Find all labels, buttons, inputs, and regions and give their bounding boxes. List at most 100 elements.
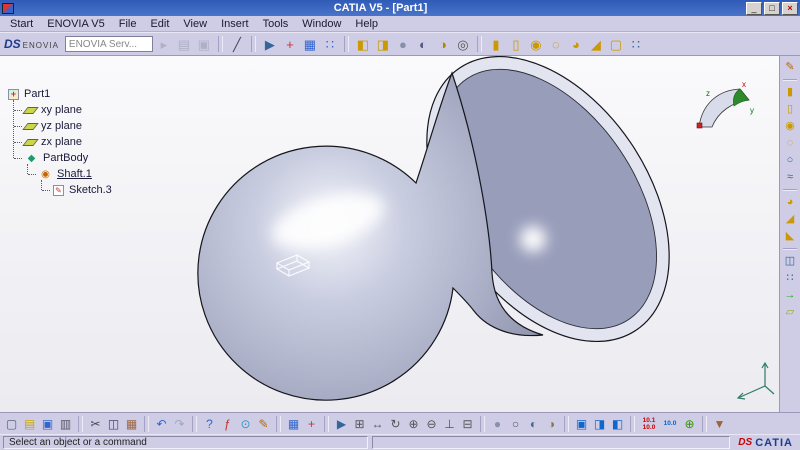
save-icon[interactable]: ▣	[39, 415, 56, 432]
tree-item-shaft-1[interactable]: ◉ Shaft.1	[6, 166, 114, 182]
menu-help[interactable]: Help	[348, 17, 385, 31]
plane-tool-icon[interactable]: ▱	[782, 305, 799, 320]
whats-this-icon[interactable]: ?	[201, 415, 218, 432]
zoom-out-icon[interactable]: ⊖	[423, 415, 440, 432]
instant-message-icon[interactable]: ⊙	[237, 415, 254, 432]
menu-insert[interactable]: Insert	[214, 17, 256, 31]
menu-edit[interactable]: Edit	[143, 17, 176, 31]
catia-window: CATIA V5 - [Part1] _ □ × Start ENOVIA V5 Fil…	[0, 0, 800, 450]
enovia-link-icon[interactable]: ▣	[195, 35, 213, 53]
pad-icon[interactable]: ▮	[487, 35, 505, 53]
grid-toggle-icon[interactable]: ▦	[285, 415, 302, 432]
tree-item-sketch-3[interactable]: ✎ Sketch.3	[6, 182, 114, 198]
shaft-tool-icon[interactable]: ◉	[782, 119, 799, 134]
new-document-icon[interactable]: ▢	[3, 415, 20, 432]
fit-all-in-icon[interactable]: ⊞	[351, 415, 368, 432]
pattern-tool-icon[interactable]: ∷	[782, 271, 799, 286]
copy-icon[interactable]: ◫	[105, 415, 122, 432]
menu-file[interactable]: File	[112, 17, 144, 31]
redo-icon[interactable]: ↷	[171, 415, 188, 432]
enovia-search-input[interactable]	[64, 36, 153, 52]
cut-icon[interactable]: ✂	[87, 415, 104, 432]
hole-tool-icon[interactable]: ○	[782, 153, 799, 168]
shading-icon[interactable]: ●	[489, 415, 506, 432]
groove-tool-icon[interactable]: ◌	[782, 136, 799, 151]
measure-inertia-icon[interactable]: ⊕	[681, 415, 698, 432]
menu-enovia-v5[interactable]: ENOVIA V5	[40, 17, 111, 31]
quick-print-icon[interactable]: ▥	[57, 415, 74, 432]
menu-window[interactable]: Window	[295, 17, 348, 31]
3d-scene-shaft-solid[interactable]	[0, 56, 779, 412]
measure-between-icon[interactable]: 10.1 10.0	[639, 415, 659, 432]
toolbar-separator	[783, 189, 797, 191]
compass-toggle-icon[interactable]: +	[303, 415, 320, 432]
view-orientation-icon[interactable]: ◧	[354, 35, 372, 53]
snap-to-point-icon[interactable]: ∷	[321, 35, 339, 53]
lighting-icon[interactable]: ◑	[434, 35, 452, 53]
shaft-icon[interactable]: ◉	[527, 35, 545, 53]
groove-icon[interactable]: ◌	[547, 35, 565, 53]
fillet-tool-icon[interactable]: ◕	[782, 195, 799, 210]
mirror-tool-icon[interactable]: ◫	[782, 254, 799, 269]
tree-item-yz-plane[interactable]: yz plane	[6, 118, 114, 134]
catalog-browser-icon[interactable]: ▼	[711, 415, 728, 432]
chamfer-icon[interactable]: ◢	[587, 35, 605, 53]
zoom-in-icon[interactable]: ⊕	[405, 415, 422, 432]
pattern-icon[interactable]: ∷	[627, 35, 645, 53]
view-compass[interactable]: x y z	[692, 80, 756, 136]
pocket-icon[interactable]: ▯	[507, 35, 525, 53]
fly-icon[interactable]: ▶	[333, 415, 350, 432]
enovia-search-go-icon[interactable]: ▸	[155, 35, 173, 53]
rib-tool-icon[interactable]: ≈	[782, 170, 799, 185]
tile-horizontally-icon[interactable]: ◨	[591, 415, 608, 432]
hide-show-icon[interactable]: ◐	[525, 415, 542, 432]
render-style-icon[interactable]: ●	[394, 35, 412, 53]
pocket-tool-icon[interactable]: ▯	[782, 102, 799, 117]
tile-vertically-icon[interactable]: ◧	[609, 415, 626, 432]
tree-item-label: Sketch.3	[69, 184, 112, 196]
menu-start[interactable]: Start	[3, 17, 40, 31]
fly-mode-icon[interactable]: ▶	[261, 35, 279, 53]
shaft-icon: ◉	[41, 168, 50, 180]
annotate-icon[interactable]: ✎	[255, 415, 272, 432]
menu-view[interactable]: View	[176, 17, 214, 31]
create-multi-view-icon[interactable]: ⊟	[459, 415, 476, 432]
rotate-icon[interactable]: ↻	[387, 415, 404, 432]
catia-brand-label: CATIA	[755, 436, 793, 449]
magnifier-icon[interactable]: ◎	[454, 35, 472, 53]
chamfer-tool-icon[interactable]: ◢	[782, 212, 799, 227]
sketch-tool-icon[interactable]: ✎	[782, 60, 799, 75]
fillet-icon[interactable]: ◕	[567, 35, 585, 53]
wireframe-icon[interactable]: ○	[507, 415, 524, 432]
main-viewport[interactable]: + Part1 xy plane yz plane zx plane ◆ PartBody ◉…	[0, 56, 779, 412]
draft-tool-icon[interactable]: ◣	[782, 229, 799, 244]
compass-orient-icon[interactable]: +	[281, 35, 299, 53]
open-document-icon[interactable]: ▤	[21, 415, 38, 432]
pad-tool-icon[interactable]: ▮	[782, 85, 799, 100]
tree-item-partbody[interactable]: ◆ PartBody	[6, 150, 114, 166]
undo-icon[interactable]: ↶	[153, 415, 170, 432]
menu-tools[interactable]: Tools	[256, 17, 296, 31]
tree-item-part1[interactable]: + Part1	[6, 86, 114, 102]
enovia-options-icon[interactable]: ▤	[175, 35, 193, 53]
window-layout-icon[interactable]: ▣	[573, 415, 590, 432]
depth-effect-icon[interactable]: ◐	[414, 35, 432, 53]
tree-item-xy-plane[interactable]: xy plane	[6, 102, 114, 118]
shell-icon[interactable]: ▢	[607, 35, 625, 53]
plane-icon	[22, 122, 39, 130]
paste-icon[interactable]: ▦	[123, 415, 140, 432]
grid-icon[interactable]: ▦	[301, 35, 319, 53]
minimize-button[interactable]: _	[746, 1, 762, 15]
translate-tool-icon[interactable]: →	[782, 288, 799, 303]
tree-item-label: PartBody	[43, 152, 89, 164]
maximize-button[interactable]: □	[764, 1, 780, 15]
pan-icon[interactable]: ↔	[369, 415, 386, 432]
tree-item-zx-plane[interactable]: zx plane	[6, 134, 114, 150]
knife-tool-icon[interactable]: ╱	[228, 35, 246, 53]
measure-item-icon[interactable]: 10.0	[660, 415, 680, 432]
named-views-icon[interactable]: ◨	[374, 35, 392, 53]
formula-icon[interactable]: ƒ	[219, 415, 236, 432]
close-button[interactable]: ×	[782, 1, 798, 15]
swap-visible-space-icon[interactable]: ◑	[543, 415, 560, 432]
normal-view-icon[interactable]: ⊥	[441, 415, 458, 432]
